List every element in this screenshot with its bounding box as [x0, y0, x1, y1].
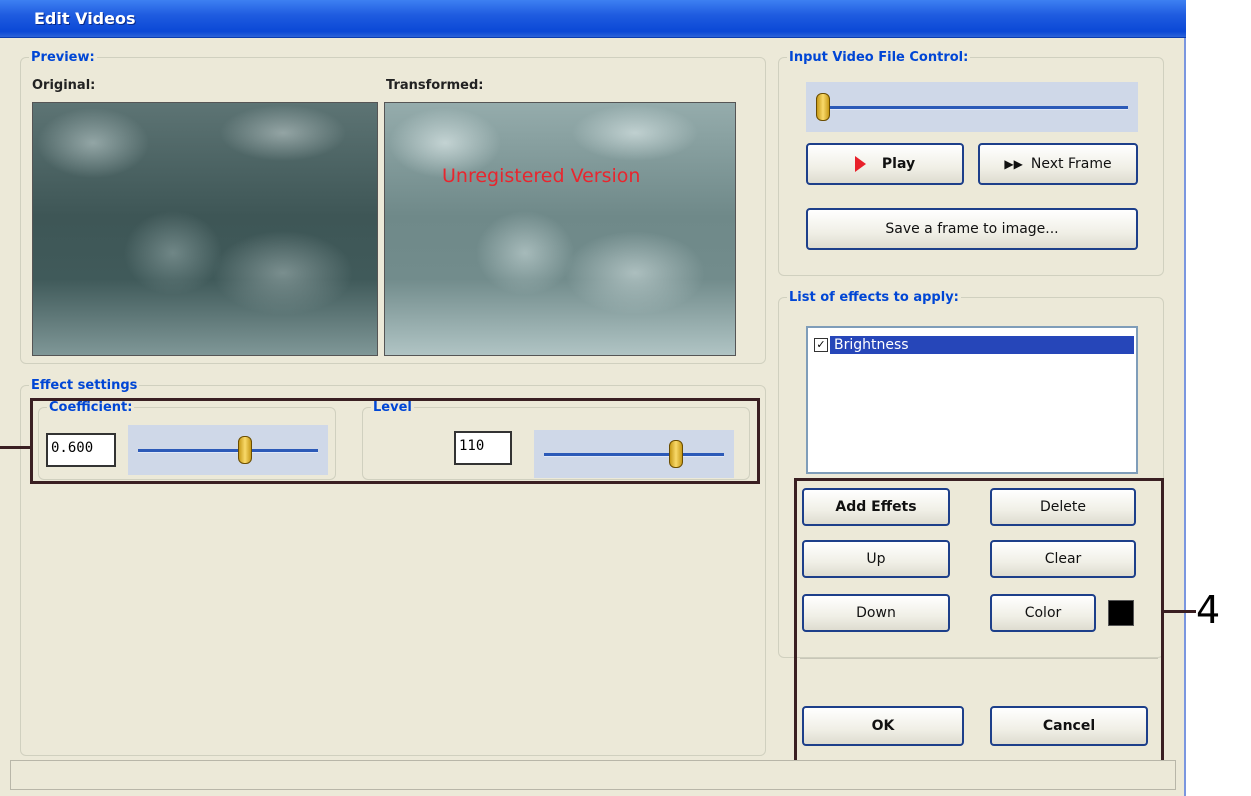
callout-line-4 [1164, 610, 1196, 613]
next-frame-button[interactable]: ▶▶ Next Frame [978, 143, 1138, 185]
status-bar [10, 760, 1176, 790]
transformed-video-frame: Unregistered Version [384, 102, 736, 356]
effects-list-label: List of effects to apply: [789, 290, 959, 305]
title-bar[interactable]: Edit Videos [0, 0, 1186, 38]
level-slider[interactable] [534, 430, 734, 478]
level-input[interactable]: 110 [454, 431, 512, 465]
level-label: Level [373, 400, 412, 415]
effects-listbox[interactable]: ✓ Brightness [806, 326, 1138, 474]
effect-settings-label: Effect settings [31, 378, 138, 393]
add-effects-label: Add Effets [835, 499, 917, 515]
original-label: Original: [32, 78, 96, 93]
play-triangle-icon [854, 156, 866, 172]
coefficient-input[interactable]: 0.600 [46, 433, 116, 467]
level-slider-track [544, 453, 724, 457]
list-item[interactable]: ✓ Brightness [814, 334, 1134, 356]
up-button[interactable]: Up [802, 540, 950, 578]
coefficient-slider-thumb[interactable] [237, 436, 252, 464]
fast-forward-icon: ▶▶ [1004, 157, 1023, 171]
clear-label: Clear [1044, 551, 1082, 567]
preview-group-label: Preview: [31, 50, 95, 65]
delete-label: Delete [1040, 499, 1086, 515]
checkbox-checked-icon[interactable]: ✓ [814, 338, 828, 352]
level-slider-thumb[interactable] [668, 440, 683, 468]
effect-item-label: Brightness [830, 336, 1134, 354]
ok-button[interactable]: OK [802, 706, 964, 746]
transformed-label: Transformed: [386, 78, 484, 93]
input-video-control-label: Input Video File Control: [789, 50, 969, 65]
add-effects-button[interactable]: Add Effets [802, 488, 950, 526]
edit-videos-window: Edit Videos Preview: Original: Transform… [0, 0, 1186, 796]
color-label: Color [1024, 605, 1062, 621]
up-label: Up [866, 551, 886, 567]
next-frame-label: Next Frame [1030, 156, 1112, 172]
save-frame-button[interactable]: Save a frame to image... [806, 208, 1138, 250]
video-position-slider[interactable] [806, 82, 1138, 132]
cancel-button[interactable]: Cancel [990, 706, 1148, 746]
clear-button[interactable]: Clear [990, 540, 1136, 578]
video-position-track [816, 106, 1128, 110]
coefficient-slider[interactable] [128, 425, 328, 475]
play-button-label: Play [881, 156, 916, 172]
color-swatch[interactable] [1108, 600, 1134, 626]
ok-label: OK [871, 718, 895, 734]
separator [800, 658, 1158, 659]
delete-button[interactable]: Delete [990, 488, 1136, 526]
unregistered-watermark: Unregistered Version [442, 165, 641, 187]
play-button[interactable]: Play [806, 143, 964, 185]
callout-line-left [0, 446, 30, 449]
save-frame-label: Save a frame to image... [885, 221, 1059, 237]
coefficient-label: Coefficient: [49, 400, 133, 415]
window-title: Edit Videos [34, 9, 136, 28]
down-button[interactable]: Down [802, 594, 950, 632]
coefficient-slider-track [138, 449, 318, 453]
color-button[interactable]: Color [990, 594, 1096, 632]
cancel-label: Cancel [1042, 718, 1096, 734]
original-video-frame [32, 102, 378, 356]
callout-number-4: 4 [1196, 588, 1221, 632]
video-position-thumb[interactable] [816, 93, 830, 121]
down-label: Down [856, 605, 896, 621]
